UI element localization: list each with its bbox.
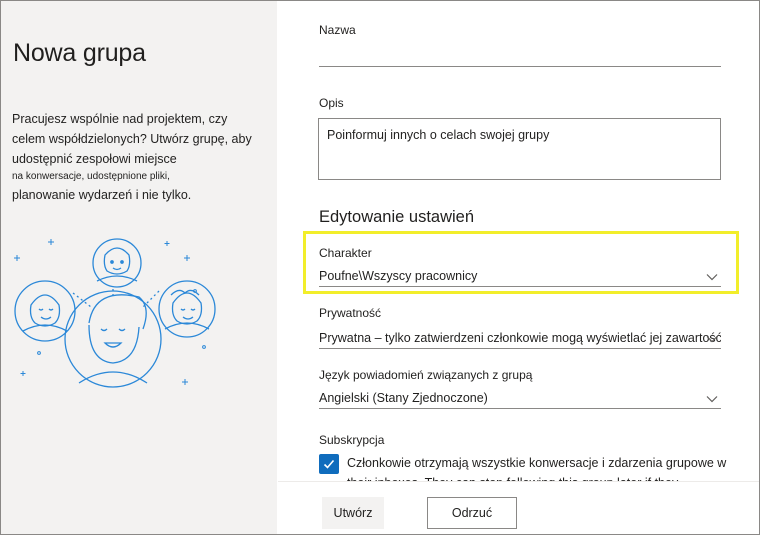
description-placeholder: Poinformuj innych o celach swojej grupy <box>327 128 550 142</box>
privacy-dropdown[interactable]: Prywatna – tylko zatwierdzeni członkowie… <box>319 331 721 349</box>
group-people-illustration <box>14 238 216 388</box>
description-textarea[interactable]: Poinformuj innych o celach swojej grupy <box>318 118 721 180</box>
subscription-text: Członkowie otrzymają wszystkie konwersac… <box>347 456 727 481</box>
name-label: Nazwa <box>319 23 356 37</box>
language-value: Angielski (Stany Zjednoczone) <box>319 391 488 405</box>
language-dropdown[interactable]: Angielski (Stany Zjednoczone) <box>319 391 721 409</box>
subscription-checkbox[interactable] <box>319 454 339 474</box>
privacy-value: Prywatna – tylko zatwierdzeni członkowie… <box>319 331 721 345</box>
checkmark-icon <box>323 459 335 469</box>
description-line: na konwersacje, udostępnione pliki, <box>12 171 170 182</box>
description-line: udostępnić zespołowi miejsce <box>12 152 177 166</box>
left-panel: Nowa grupa Pracujesz wspólnie nad projek… <box>1 1 277 534</box>
cancel-button[interactable]: Odrzuć <box>427 497 517 529</box>
subscription-label: Subskrypcja <box>319 433 385 447</box>
description-line: Pracujesz wspólnie nad projektem, czy <box>12 112 228 126</box>
create-button[interactable]: Utwórz <box>322 497 384 529</box>
description-line: celem współdzielonych? Utwórz grupę, aby <box>12 132 252 146</box>
settings-heading: Edytowanie ustawień <box>319 208 475 226</box>
chevron-down-icon <box>706 396 718 403</box>
description-line: planowanie wydarzeń i nie tylko. <box>12 188 192 202</box>
dialog-footer: Utwórz Odrzuć <box>278 481 759 534</box>
name-input[interactable] <box>319 45 721 67</box>
description-label: Opis <box>319 96 344 110</box>
privacy-label: Prywatność <box>319 306 382 320</box>
classification-highlight <box>303 231 739 294</box>
dialog-description: Pracujesz wspólnie nad projektem, czy ce… <box>12 109 262 205</box>
dialog-title: Nowa grupa <box>13 39 146 67</box>
chevron-down-icon <box>706 336 718 343</box>
language-label: Język powiadomień związanych z grupą <box>319 368 533 382</box>
